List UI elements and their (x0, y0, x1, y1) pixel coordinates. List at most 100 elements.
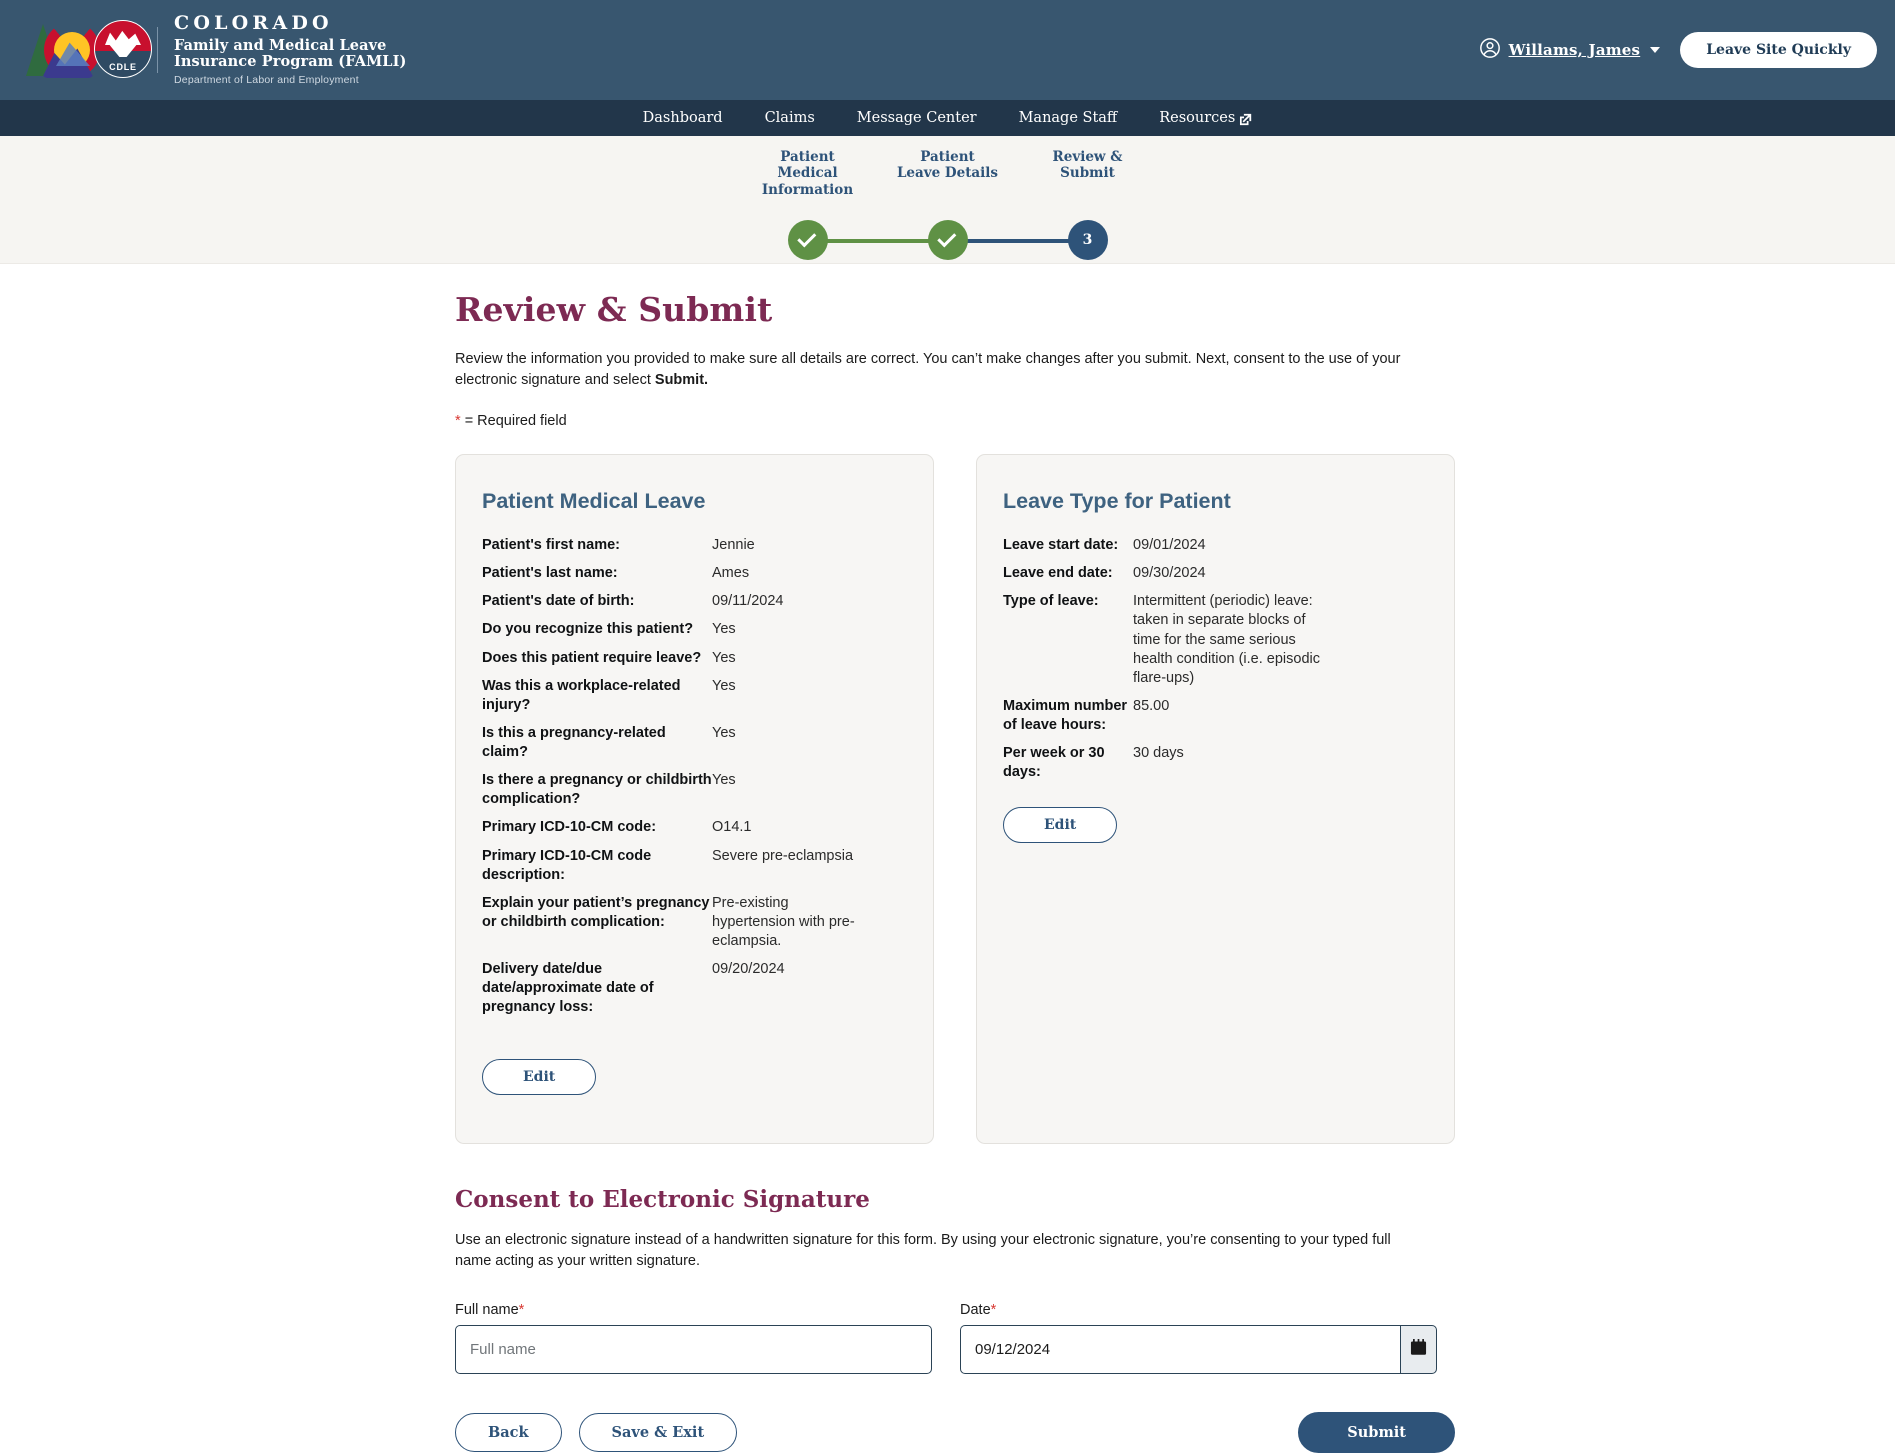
row-label: Per week or 30 days: (1003, 745, 1105, 781)
cdle-peaks-icon (105, 30, 141, 45)
brand-program-name-line1: Family and Medical Leave (174, 36, 387, 54)
stepper-track: 3 (738, 220, 1158, 262)
required-field-note: * = Required field (455, 413, 1455, 429)
row-label: Is there a pregnancy or childbirth compl… (482, 772, 712, 808)
stepper-label-3-line1: Review & (1052, 149, 1123, 165)
summary-row: Is there a pregnancy or childbirth compl… (482, 771, 907, 809)
summary-row: Patient's date of birth: 09/11/2024 (482, 592, 907, 611)
edit-patient-medical-leave-button[interactable]: Edit (482, 1059, 597, 1096)
summary-row: Explain your patient’s pregnancy or chil… (482, 894, 907, 951)
required-asterisk: * (990, 1302, 997, 1319)
stepper-label-1-line2: Medical (777, 165, 838, 182)
leave-site-quickly-button[interactable]: Leave Site Quickly (1680, 32, 1877, 68)
colorado-co-icon (26, 20, 100, 80)
summary-row: Primary ICD-10-CM code description: Seve… (482, 847, 907, 885)
stepper-label-2-line2: Leave Details (896, 165, 999, 182)
stepper-label-3: Review & Submit (1018, 149, 1158, 198)
nav-label-resources: Resources (1159, 110, 1236, 126)
stepper-node-1[interactable] (787, 220, 828, 260)
progress-stepper-band: Patient Medical Information Patient Leav… (0, 136, 1895, 264)
stepper-connector-1 (807, 239, 948, 243)
stepper-labels: Patient Medical Information Patient Leav… (738, 149, 1158, 198)
colorado-cdle-logo: CDLE (22, 16, 152, 84)
stepper-label-2: Patient Leave Details (878, 149, 1018, 198)
external-link-icon (1239, 113, 1252, 126)
edit-leave-type-button[interactable]: Edit (1003, 807, 1118, 844)
nav-item-resources[interactable]: Resources (1138, 110, 1273, 126)
summary-row: Does this patient require leave? Yes (482, 649, 907, 668)
save-and-exit-button[interactable]: Save & Exit (578, 1413, 738, 1453)
summary-cards: Patient Medical Leave Patient's first na… (455, 454, 1455, 1145)
row-value: Yes (712, 772, 736, 789)
summary-row: Leave end date: 09/30/2024 (1003, 564, 1428, 583)
summary-row: Leave start date: 09/01/2024 (1003, 536, 1428, 555)
cdle-cup-icon (108, 42, 138, 57)
cdle-badge-icon: CDLE (94, 19, 152, 78)
calendar-icon (1410, 1339, 1427, 1360)
row-label: Patient's last name: (482, 565, 618, 582)
full-name-input[interactable] (455, 1325, 932, 1375)
progress-stepper: Patient Medical Information Patient Leav… (738, 136, 1158, 264)
row-value: 09/20/2024 (712, 961, 785, 978)
card-title-leave-type-for-patient: Leave Type for Patient (1003, 489, 1231, 514)
submit-button[interactable]: Submit (1298, 1412, 1455, 1453)
nav-item-message-center[interactable]: Message Center (836, 110, 998, 126)
date-field-group: Date* (960, 1302, 1437, 1375)
row-label: Primary ICD-10-CM code description: (482, 847, 652, 883)
row-value: 09/11/2024 (712, 593, 784, 610)
row-label: Does this patient require leave? (482, 649, 702, 666)
site-header: CDLE COLORADO Family and Medical Leave I… (0, 0, 1895, 100)
calendar-picker-button[interactable] (1400, 1325, 1437, 1375)
page-title: Review & Submit (455, 290, 773, 329)
row-value: Yes (712, 621, 736, 638)
date-input[interactable] (960, 1325, 1401, 1375)
cdle-badge-label: CDLE (109, 61, 137, 72)
stepper-label-1: Patient Medical Information (738, 149, 878, 198)
stepper-label-3-line2: Submit (1060, 165, 1115, 182)
nav-label-manage-staff: Manage Staff (1018, 110, 1118, 126)
user-menu[interactable]: Willams, James (1479, 37, 1661, 64)
summary-row: Do you recognize this patient? Yes (482, 620, 907, 639)
stepper-node-3[interactable]: 3 (1067, 220, 1108, 260)
row-value: Yes (712, 724, 736, 741)
nav-item-claims[interactable]: Claims (744, 110, 836, 126)
full-name-field-group: Full name* (455, 1302, 932, 1375)
card-leave-type-for-patient: Leave Type for Patient Leave start date:… (976, 454, 1455, 1145)
row-value: Ames (712, 565, 750, 582)
content-wrap: Review & Submit Review the information y… (455, 290, 1455, 1453)
row-label: Type of leave: (1003, 593, 1099, 610)
row-label: Primary ICD-10-CM code: (482, 819, 657, 836)
stepper-node-2[interactable] (927, 220, 968, 260)
user-name-label: Willams, James (1508, 41, 1641, 59)
page-intro: Review the information you provided to m… (455, 349, 1450, 391)
stepper-label-1-line3: Information (761, 181, 854, 198)
row-label: Do you recognize this patient? (482, 621, 694, 638)
brand-state-name: COLORADO (174, 12, 333, 35)
summary-row: Primary ICD-10-CM code: O14.1 (482, 818, 907, 837)
chevron-down-icon (1650, 47, 1661, 53)
full-name-label: Full name* (455, 1302, 932, 1318)
brand-text: COLORADO Family and Medical Leave Insura… (174, 12, 406, 86)
full-name-label-text: Full name (455, 1302, 519, 1319)
nav-label-dashboard: Dashboard (642, 110, 723, 126)
page-intro-emphasis: Submit. (654, 372, 709, 389)
required-field-note-text: = Required field (464, 413, 567, 430)
stepper-label-2-line1: Patient (920, 149, 975, 165)
summary-row: Per week or 30 days: 30 days (1003, 744, 1428, 782)
required-asterisk: * (455, 413, 461, 430)
card-title-patient-medical-leave: Patient Medical Leave (482, 489, 706, 514)
nav-item-manage-staff[interactable]: Manage Staff (998, 110, 1139, 126)
form-actions: Back Save & Exit Submit (455, 1412, 1455, 1453)
summary-row: Is this a pregnancy-related claim? Yes (482, 724, 907, 762)
summary-row: Patient's first name: Jennie (482, 536, 907, 555)
edit-patient-medical-leave-wrap: Edit (456, 1033, 597, 1096)
row-label: Was this a workplace-related injury? (482, 677, 681, 713)
summary-row: Delivery date/due date/approximate date … (482, 960, 907, 1017)
brand-divider (157, 27, 158, 73)
row-label: Leave end date: (1003, 565, 1113, 582)
summary-row: Was this a workplace-related injury? Yes (482, 677, 907, 715)
main-navigation: Dashboard Claims Message Center Manage S… (0, 100, 1895, 136)
nav-label-claims: Claims (764, 110, 815, 126)
nav-item-dashboard[interactable]: Dashboard (622, 110, 744, 126)
back-button[interactable]: Back (455, 1413, 562, 1453)
